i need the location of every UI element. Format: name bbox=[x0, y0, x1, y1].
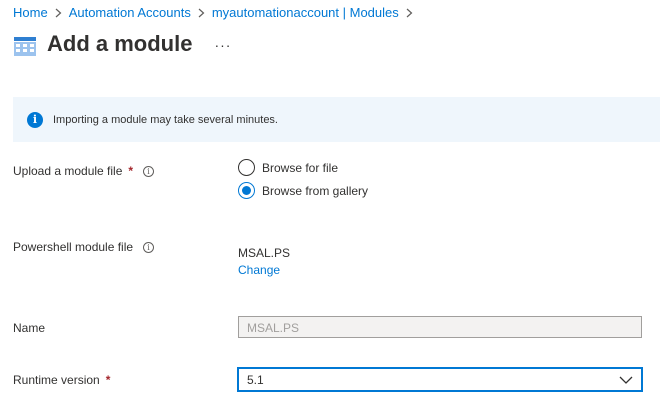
radio-browse-from-gallery[interactable]: Browse from gallery bbox=[238, 182, 368, 199]
page-header: Add a module ··· bbox=[13, 30, 231, 58]
more-options-button[interactable]: ··· bbox=[214, 37, 231, 53]
upload-label: Upload a module file * i bbox=[13, 164, 155, 178]
name-label: Name bbox=[13, 321, 46, 335]
powershell-module-value: MSAL.PS bbox=[238, 246, 291, 260]
radio-button-selected-icon[interactable] bbox=[238, 182, 255, 199]
breadcrumb-automation-accounts[interactable]: Automation Accounts bbox=[69, 5, 191, 20]
required-marker: * bbox=[128, 164, 134, 178]
info-icon: i bbox=[27, 111, 43, 128]
breadcrumb-home[interactable]: Home bbox=[13, 5, 48, 20]
module-grid-icon bbox=[13, 34, 37, 58]
info-tooltip-icon[interactable]: i bbox=[143, 241, 155, 253]
info-text: Importing a module may take several minu… bbox=[53, 113, 278, 126]
chevron-right-icon bbox=[406, 8, 413, 18]
required-marker: * bbox=[105, 373, 111, 387]
page-title: Add a module bbox=[47, 31, 193, 56]
info-tooltip-icon[interactable]: i bbox=[143, 165, 155, 177]
runtime-version-dropdown[interactable]: 5.1 bbox=[237, 367, 643, 392]
radio-browse-for-file[interactable]: Browse for file bbox=[238, 159, 338, 176]
chevron-right-icon bbox=[198, 8, 205, 18]
chevron-right-icon bbox=[55, 8, 62, 18]
runtime-label: Runtime version * bbox=[13, 373, 111, 387]
chevron-down-icon bbox=[619, 373, 633, 387]
name-input[interactable]: MSAL.PS bbox=[238, 316, 642, 338]
breadcrumb: Home Automation Accounts myautomationacc… bbox=[13, 5, 420, 20]
change-link[interactable]: Change bbox=[238, 263, 280, 277]
radio-button-icon[interactable] bbox=[238, 159, 255, 176]
breadcrumb-modules[interactable]: myautomationaccount | Modules bbox=[212, 5, 399, 20]
info-message-bar: i Importing a module may take several mi… bbox=[13, 97, 660, 142]
runtime-version-value: 5.1 bbox=[247, 372, 264, 387]
powershell-module-label: Powershell module file i bbox=[13, 240, 155, 254]
